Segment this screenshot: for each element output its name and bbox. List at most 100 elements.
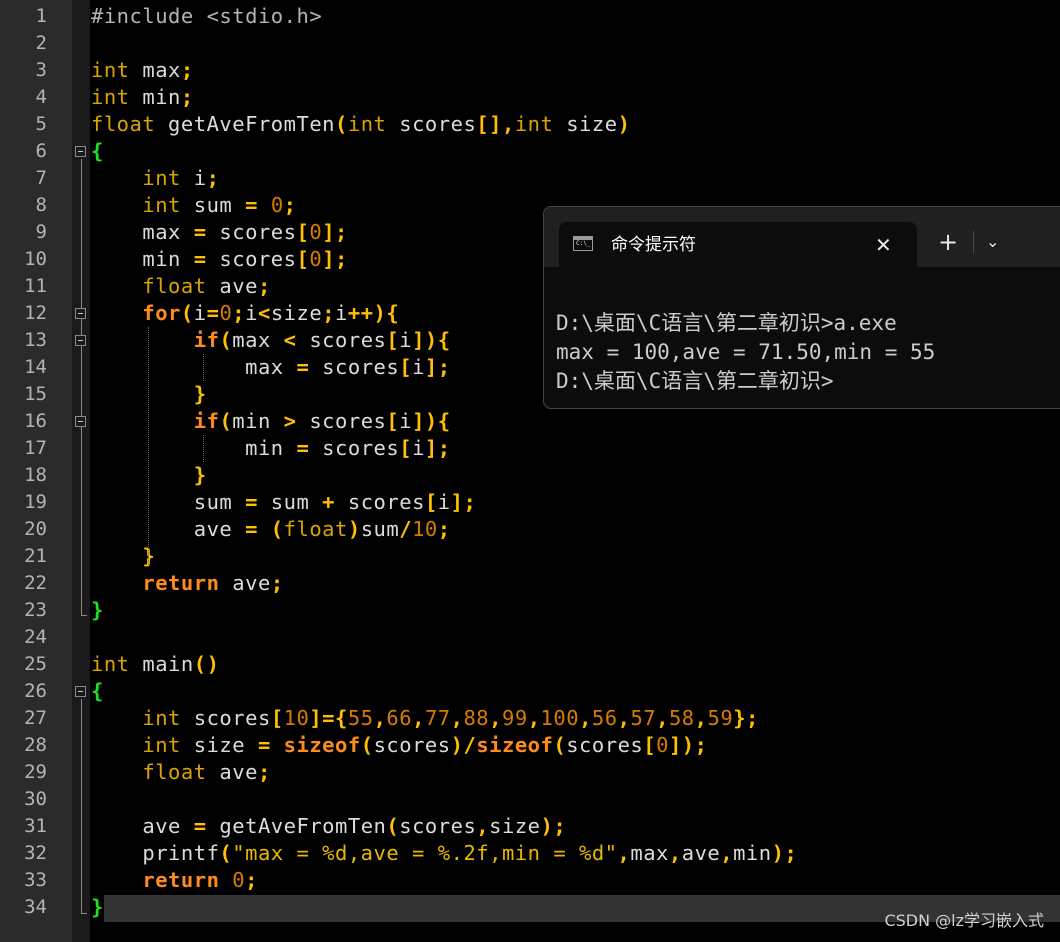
code-token: min xyxy=(91,436,297,460)
code-token: [ xyxy=(296,220,310,244)
code-token: int xyxy=(91,652,130,676)
line-number: 12 xyxy=(24,302,47,324)
code-token: min xyxy=(91,247,194,271)
code-token: 0 xyxy=(309,247,323,271)
line-number: 20 xyxy=(24,518,47,540)
code-line: ave = (float)sum/10; xyxy=(91,516,451,543)
chevron-down-icon[interactable]: ⌄ xyxy=(986,224,999,260)
code-token: getAveFromTen xyxy=(206,814,387,838)
code-token: sizeof xyxy=(283,733,361,757)
code-token: if xyxy=(193,328,220,352)
code-token: int xyxy=(142,193,181,217)
code-line: return ave; xyxy=(91,570,284,597)
code-token: scores xyxy=(296,409,387,433)
line-number: 27 xyxy=(24,707,47,729)
fold-end xyxy=(81,913,87,914)
code-token: scores xyxy=(180,706,271,730)
code-token: sum xyxy=(91,490,246,514)
code-token: min xyxy=(129,85,181,109)
code-token: [ xyxy=(399,436,413,460)
code-token: , xyxy=(373,706,387,730)
code-line: int min; xyxy=(91,84,194,111)
code-token: scores xyxy=(309,355,400,379)
terminal-tab[interactable]: C:\_ 命令提示符 ✕ xyxy=(559,222,917,268)
code-token: ; xyxy=(245,868,258,892)
line-number: 8 xyxy=(35,194,47,216)
line-number: 3 xyxy=(35,59,47,81)
code-token: 0 xyxy=(309,220,323,244)
code-token: 56 xyxy=(591,706,618,730)
code-line: int sum = 0; xyxy=(91,192,297,219)
code-token: ave xyxy=(681,841,721,865)
code-token: ; xyxy=(283,193,297,217)
code-token: max xyxy=(630,841,669,865)
code-token: + xyxy=(322,490,336,514)
line-number: 28 xyxy=(24,734,47,756)
fold-toggle-icon[interactable] xyxy=(75,146,86,157)
code-token: int xyxy=(142,706,181,730)
code-token: max xyxy=(91,220,194,244)
code-token: ; xyxy=(180,85,194,109)
fold-toggle-icon[interactable] xyxy=(75,416,86,427)
code-token: max xyxy=(232,328,284,352)
code-token: = xyxy=(257,733,271,757)
code-token: ( xyxy=(219,409,233,433)
code-line: } xyxy=(91,543,155,570)
code-line: max = scores[0]; xyxy=(91,219,348,246)
code-token: , xyxy=(412,706,425,730)
fold-line xyxy=(81,699,82,913)
code-token: = xyxy=(296,355,310,379)
code-token: 66 xyxy=(386,706,413,730)
line-number: 9 xyxy=(35,221,47,243)
code-token: size xyxy=(553,112,618,136)
code-line: float getAveFromTen(int scores[],int siz… xyxy=(91,111,630,138)
terminal-output-line: D:\桌面\C语言\第二章初识>a.exe xyxy=(556,311,897,335)
new-tab-button[interactable]: + xyxy=(938,224,958,260)
code-line: } xyxy=(91,894,104,921)
code-line: { xyxy=(91,678,104,705)
code-token: ( xyxy=(553,733,567,757)
line-number: 5 xyxy=(35,113,47,135)
line-number: 1 xyxy=(35,5,47,27)
code-token: ++){ xyxy=(347,301,400,325)
code-line: min = scores[0]; xyxy=(91,246,348,273)
command-prompt-window[interactable]: C:\_ 命令提示符 ✕ + ⌄ D:\桌面\C语言\第二章初识>a.exe m… xyxy=(543,206,1060,409)
code-token: scores xyxy=(373,733,451,757)
code-line: if(min > scores[i]){ xyxy=(91,408,451,435)
code-token: i xyxy=(399,328,413,352)
code-line: int max; xyxy=(91,57,194,84)
line-number: 10 xyxy=(24,248,47,270)
code-token: return xyxy=(142,571,220,595)
code-token: float xyxy=(142,274,207,298)
code-token: sum xyxy=(360,517,400,541)
close-tab-icon[interactable]: ✕ xyxy=(875,222,892,268)
fold-toggle-icon[interactable] xyxy=(75,308,86,319)
code-token: i xyxy=(412,355,425,379)
code-token: } xyxy=(91,598,104,622)
code-token: ave xyxy=(91,517,246,541)
line-number: 15 xyxy=(24,383,47,405)
line-number: 7 xyxy=(35,167,47,189)
code-token: [ xyxy=(424,490,438,514)
fold-toggle-icon[interactable] xyxy=(75,686,86,697)
code-token: = xyxy=(245,517,258,541)
code-token: = xyxy=(296,436,310,460)
code-line: for(i=0;i<size;i++){ xyxy=(91,300,399,327)
code-token: 100 xyxy=(540,706,580,730)
fold-toggle-icon[interactable] xyxy=(75,335,86,346)
code-line: float ave; xyxy=(91,273,271,300)
code-token: / xyxy=(399,517,413,541)
line-number: 16 xyxy=(24,410,47,432)
code-token: int xyxy=(142,733,181,757)
code-token: , xyxy=(489,706,502,730)
code-token: = xyxy=(193,814,207,838)
code-token: int xyxy=(514,112,554,136)
code-token: "max = %d,ave = %.2f,min = %d" xyxy=(232,841,618,865)
